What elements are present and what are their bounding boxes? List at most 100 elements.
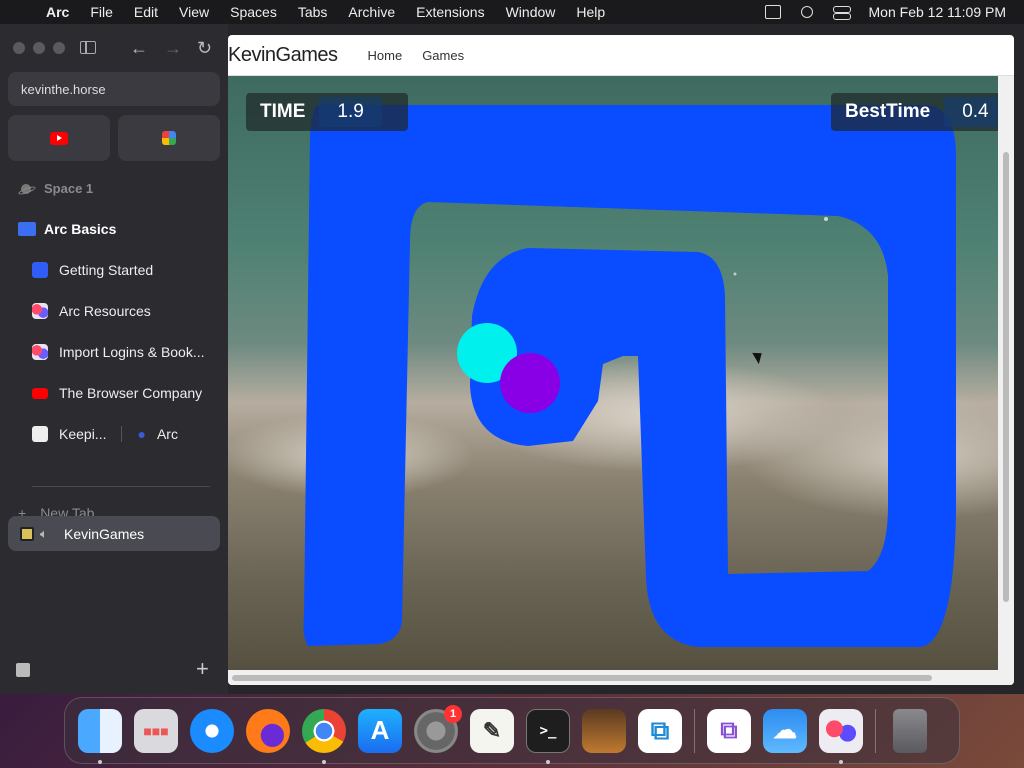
- dock-finder[interactable]: [72, 703, 128, 764]
- tab-label: The Browser Company: [59, 385, 203, 401]
- sidebar-tab-kevingames[interactable]: 🔈︎ KevinGames: [8, 516, 220, 551]
- tab-label: Getting Started: [59, 262, 154, 278]
- folder-arc-basics[interactable]: Arc Basics: [18, 221, 116, 237]
- menu-extensions[interactable]: Extensions: [416, 4, 484, 20]
- dock-garageband[interactable]: [576, 703, 632, 759]
- dock-weather[interactable]: ☁: [757, 703, 813, 759]
- folder-icon: [18, 222, 36, 236]
- app-store-icon: A: [358, 708, 402, 753]
- star: [733, 272, 737, 276]
- firefox-icon: [246, 708, 290, 753]
- time-hud: TIME 1.9: [246, 93, 408, 131]
- spotlight-search-icon[interactable]: [800, 6, 813, 18]
- sidebar: ← → ↻ kevinthe.horse Space 1 Arc Basics …: [0, 24, 228, 694]
- sidebar-toggle-icon[interactable]: [80, 41, 96, 54]
- dock-chrome[interactable]: [296, 703, 352, 764]
- sidebar-tab-getting-started[interactable]: Getting Started: [32, 262, 222, 278]
- besttime-hud: BestTime 0.4: [831, 93, 998, 131]
- dock-firefox[interactable]: [240, 703, 296, 759]
- tab-label: KevinGames: [64, 525, 145, 542]
- menu-bar: Arc File Edit View Spaces Tabs Archive E…: [0, 0, 1024, 24]
- space-label[interactable]: Space 1: [18, 181, 93, 196]
- archive-trash-icon[interactable]: [16, 663, 30, 677]
- new-space-plus-icon[interactable]: +: [196, 656, 209, 682]
- close-window-button[interactable]: [13, 42, 25, 54]
- menu-tabs[interactable]: Tabs: [298, 4, 328, 20]
- menu-app-arc[interactable]: Arc: [46, 4, 69, 20]
- google-meet-icon: [162, 131, 176, 145]
- vertical-scrollbar[interactable]: [998, 76, 1014, 670]
- notification-badge: 1: [444, 704, 462, 723]
- url-bar[interactable]: kevinthe.horse: [8, 72, 220, 106]
- sidebar-tab-import-logins[interactable]: Import Logins & Book...: [32, 344, 222, 360]
- dock-system-settings[interactable]: 1: [408, 703, 464, 759]
- dock-textedit[interactable]: ✎: [464, 703, 520, 759]
- menu-archive[interactable]: Archive: [348, 4, 395, 20]
- back-arrow-icon[interactable]: ←: [130, 38, 148, 59]
- blue-square-icon: [32, 262, 48, 278]
- dock-vscode[interactable]: ⧉: [632, 703, 688, 759]
- forward-arrow-icon[interactable]: →: [164, 38, 182, 59]
- dock-separator: [694, 708, 695, 753]
- dock-launchpad[interactable]: ■■■: [128, 703, 184, 759]
- running-dot: [322, 759, 326, 764]
- split-left-label: Keepi...: [59, 426, 107, 442]
- guitar-icon: [582, 708, 626, 753]
- dock-trash[interactable]: [882, 703, 938, 759]
- running-dot: [839, 759, 843, 764]
- dock-separator: [875, 708, 876, 753]
- game-canvas[interactable]: TIME 1.9 BestTime 0.4: [228, 76, 998, 670]
- sidebar-split-tab[interactable]: Keepi... ● Arc: [32, 426, 222, 442]
- terminal-icon: >_: [526, 708, 570, 753]
- sidebar-tab-arc-resources[interactable]: Arc Resources: [32, 303, 222, 319]
- dock-app-store[interactable]: A: [352, 703, 408, 759]
- launchpad-icon: ■■■: [134, 708, 178, 753]
- zoom-window-button[interactable]: [53, 42, 65, 54]
- menu-spaces[interactable]: Spaces: [230, 4, 277, 20]
- besttime-value: 0.4: [944, 97, 998, 127]
- folder-label: Arc Basics: [44, 221, 117, 237]
- time-label: TIME: [260, 101, 306, 122]
- kevingames-favicon: [20, 526, 34, 541]
- maze-path: [303, 105, 956, 647]
- visual-studio-icon: ⧉: [707, 708, 751, 753]
- space-name: Space 1: [44, 181, 94, 196]
- horizontal-scroll-thumb[interactable]: [232, 675, 932, 681]
- arc-window: ← → ↻ kevinthe.horse Space 1 Arc Basics …: [0, 24, 1024, 694]
- pinned-google-meet[interactable]: [118, 115, 220, 161]
- menu-help[interactable]: Help: [576, 4, 605, 20]
- pinned-youtube[interactable]: [8, 115, 110, 161]
- dock-terminal[interactable]: >_: [520, 703, 576, 764]
- nav-games-link[interactable]: Games: [422, 48, 464, 63]
- player-ball[interactable]: [500, 353, 560, 413]
- web-content: KevinGames Home Games TIME 1.9 BestTime: [228, 35, 1014, 685]
- weather-icon: ☁: [763, 708, 807, 753]
- menu-window[interactable]: Window: [506, 4, 556, 20]
- arc-icon: [819, 708, 863, 753]
- dock-safari[interactable]: [184, 703, 240, 759]
- dock-arc[interactable]: [813, 703, 869, 764]
- dock: ■■■ A 1 ✎ >_ ⧉ ⧉ ☁: [64, 697, 960, 764]
- planet-icon: [18, 183, 34, 195]
- keep-icon: [32, 426, 48, 442]
- minimize-window-button[interactable]: [33, 42, 45, 54]
- vertical-scroll-thumb[interactable]: [1003, 152, 1009, 602]
- menubar-clock[interactable]: Mon Feb 12 11:09 PM: [869, 4, 1006, 20]
- textedit-icon: ✎: [470, 708, 514, 753]
- dock-visual-studio[interactable]: ⧉: [701, 703, 757, 759]
- reload-icon[interactable]: ↻: [197, 38, 212, 59]
- menu-edit[interactable]: Edit: [134, 4, 158, 20]
- control-center-icon[interactable]: [832, 6, 851, 20]
- site-logo[interactable]: KevinGames: [228, 44, 338, 67]
- screen-mirroring-icon[interactable]: [764, 5, 781, 19]
- sidebar-tab-browser-company[interactable]: The Browser Company: [32, 385, 222, 401]
- horizontal-scrollbar[interactable]: [228, 670, 1014, 685]
- speaker-icon[interactable]: 🔈︎: [40, 526, 58, 542]
- youtube-icon: [32, 387, 48, 399]
- star: [824, 217, 828, 221]
- menu-view[interactable]: View: [179, 4, 209, 20]
- arc-small-icon: ●: [137, 426, 146, 442]
- finder-icon: [78, 708, 122, 753]
- menu-file[interactable]: File: [90, 4, 113, 20]
- nav-home-link[interactable]: Home: [368, 48, 403, 63]
